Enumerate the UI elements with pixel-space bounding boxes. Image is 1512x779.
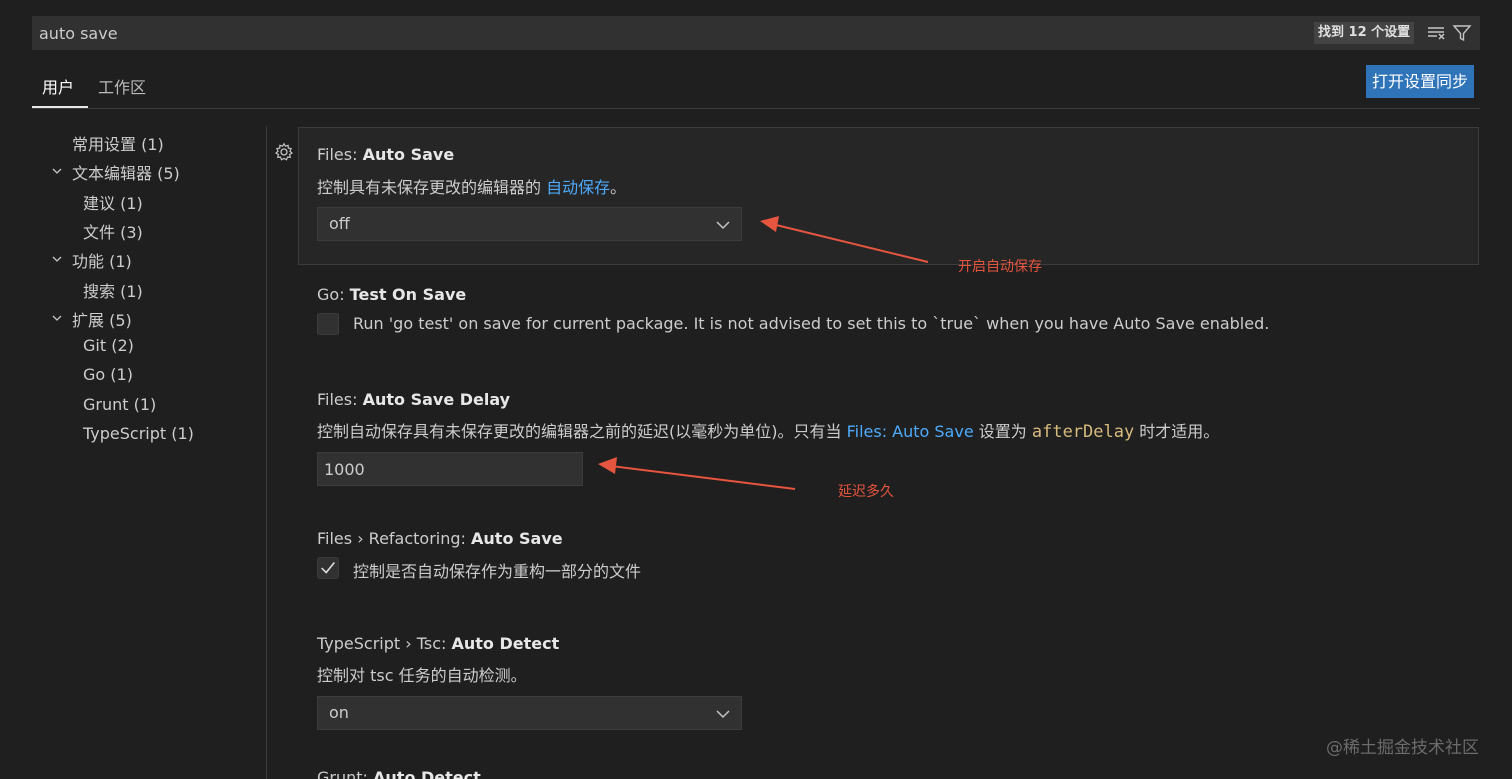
setting-category: Files: (317, 390, 363, 409)
toc-item-suggestions[interactable]: 建议 (1) (83, 190, 143, 214)
turn-on-settings-sync-button[interactable]: 打开设置同步 (1366, 65, 1475, 98)
settings-search-input[interactable] (32, 16, 1299, 50)
toc-item-extensions[interactable]: 扩展 (5) (72, 307, 132, 331)
select-value: on (329, 703, 349, 722)
description-text: 控制具有未保存更改的编辑器的 (317, 178, 547, 197)
settings-page: 找到 12 个设置 用户 工作区 打开设置同步 常用设置 (1) 文本编辑器 (… (0, 0, 1512, 779)
setting-title: Go: Test On Save (317, 285, 466, 304)
setting-title: TypeScript › Tsc: Auto Detect (317, 634, 559, 653)
toc-item-go[interactable]: Go (1) (83, 365, 133, 384)
setting-name: Auto Detect (451, 634, 560, 653)
gear-icon[interactable] (274, 142, 294, 162)
setting-description: 控制对 tsc 任务的自动检测。 (317, 666, 527, 685)
setting-name: Test On Save (349, 285, 467, 304)
description-text: 。 (610, 178, 627, 197)
setting-category: TypeScript › Tsc: (317, 634, 452, 653)
description-text: 时才适用。 (1134, 422, 1220, 441)
files-auto-save-link[interactable]: Files: Auto Save (847, 422, 974, 441)
tab-workspace[interactable]: 工作区 (98, 74, 146, 98)
setting-description: 控制是否自动保存作为重构一部分的文件 (353, 562, 642, 581)
chevron-down-icon (716, 710, 730, 719)
setting-category: Grunt: (317, 768, 374, 779)
search-result-count: 找到 12 个设置 (1314, 22, 1415, 44)
setting-title: Grunt: Auto Detect (317, 768, 481, 779)
select-value: off (329, 214, 350, 233)
tab-user[interactable]: 用户 (42, 74, 74, 98)
checkmark-icon (321, 562, 335, 574)
toc-item-files[interactable]: 文件 (3) (83, 219, 143, 243)
toc-item-commonly-used[interactable]: 常用设置 (1) (72, 131, 164, 155)
toc-item-search[interactable]: 搜索 (1) (83, 278, 143, 302)
settings-scope-tabs: 用户 工作区 (32, 66, 1480, 109)
setting-category: Files › Refactoring: (317, 529, 472, 548)
toc-item-typescript[interactable]: TypeScript (1) (83, 424, 194, 443)
setting-name: Auto Detect (373, 768, 481, 779)
setting-category: Go: (317, 285, 350, 304)
description-text: 设置为 (973, 422, 1032, 441)
toc-item-grunt[interactable]: Grunt (1) (83, 395, 156, 414)
chevron-down-icon[interactable] (52, 254, 62, 264)
go-test-on-save-checkbox[interactable] (317, 313, 339, 335)
settings-search-bar: 找到 12 个设置 (32, 16, 1480, 50)
description-text: 控制自动保存具有未保存更改的编辑器之前的延迟(以毫秒为单位)。只有当 (317, 422, 847, 441)
toc-item-text-editor[interactable]: 文本编辑器 (5) (72, 160, 180, 184)
chevron-down-icon (716, 221, 730, 230)
watermark: @稀土掘金技术社区 (1326, 738, 1479, 758)
refactoring-auto-save-checkbox[interactable] (317, 557, 339, 579)
setting-title: Files › Refactoring: Auto Save (317, 529, 563, 548)
settings-toc: 常用设置 (1) 文本编辑器 (5) 建议 (1) 文件 (3) 功能 (1) … (0, 126, 266, 779)
arrowhead-icon (598, 457, 617, 474)
filter-icon[interactable] (1452, 23, 1472, 43)
setting-name: Auto Save (362, 145, 455, 164)
annotation-delay: 延迟多久 (838, 484, 894, 500)
chevron-down-icon[interactable] (52, 313, 62, 323)
setting-name: Auto Save (471, 529, 563, 548)
auto-save-link[interactable]: 自动保存 (546, 178, 610, 197)
auto-save-select[interactable]: off (317, 207, 742, 241)
setting-title: Files: Auto Save (317, 145, 454, 164)
clear-filter-icon[interactable] (1426, 23, 1446, 43)
toc-divider (266, 126, 267, 779)
annotation-auto-save: 开启自动保存 (958, 259, 1042, 275)
setting-description: 控制具有未保存更改的编辑器的 自动保存。 (317, 174, 626, 198)
setting-description: Run 'go test' on save for current packag… (353, 314, 1270, 333)
setting-description: 控制自动保存具有未保存更改的编辑器之前的延迟(以毫秒为单位)。只有当 Files… (317, 418, 1219, 442)
auto-save-delay-input[interactable] (317, 452, 583, 486)
active-tab-indicator (32, 106, 88, 108)
toc-item-git[interactable]: Git (2) (83, 336, 134, 355)
toc-item-features[interactable]: 功能 (1) (72, 248, 132, 272)
setting-name: Auto Save Delay (362, 390, 511, 409)
setting-category: Files: (317, 145, 363, 164)
chevron-down-icon[interactable] (52, 166, 62, 176)
annotation-arrow-delay (610, 465, 796, 490)
tsc-auto-detect-select[interactable]: on (317, 696, 742, 730)
code-value: afterDelay (1031, 422, 1135, 442)
setting-title: Files: Auto Save Delay (317, 390, 510, 409)
